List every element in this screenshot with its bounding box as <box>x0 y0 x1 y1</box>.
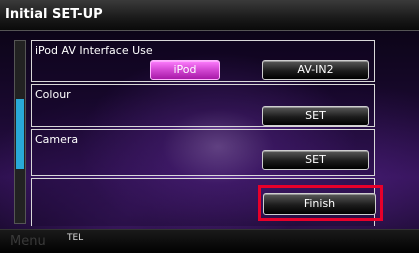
scrollbar-thumb[interactable] <box>16 99 24 169</box>
bottom-bar: Menu TEL <box>0 229 419 253</box>
page-title: Initial SET-UP <box>5 7 103 22</box>
setting-row-camera: Camera SET <box>31 129 375 176</box>
setting-label: iPod AV Interface Use <box>35 44 153 57</box>
setting-row-ipod-av-interface: iPod AV Interface Use iPod AV-IN2 <box>31 40 375 82</box>
ipod-option-button[interactable]: iPod <box>150 60 220 80</box>
finish-button[interactable]: Finish <box>263 193 376 215</box>
av-in2-option-button[interactable]: AV-IN2 <box>262 60 369 80</box>
menu-button[interactable]: Menu <box>10 234 46 249</box>
setting-label: Camera <box>35 133 79 146</box>
camera-set-button[interactable]: SET <box>262 150 369 170</box>
title-bar: Initial SET-UP <box>0 0 419 31</box>
setting-row-colour: Colour SET <box>31 84 375 127</box>
tel-indicator: TEL <box>67 233 84 243</box>
colour-set-button[interactable]: SET <box>262 106 369 126</box>
setting-label: Colour <box>35 88 71 101</box>
setup-screen: Initial SET-UP iPod AV Interface Use iPo… <box>0 0 419 253</box>
scrollbar[interactable] <box>14 40 26 224</box>
